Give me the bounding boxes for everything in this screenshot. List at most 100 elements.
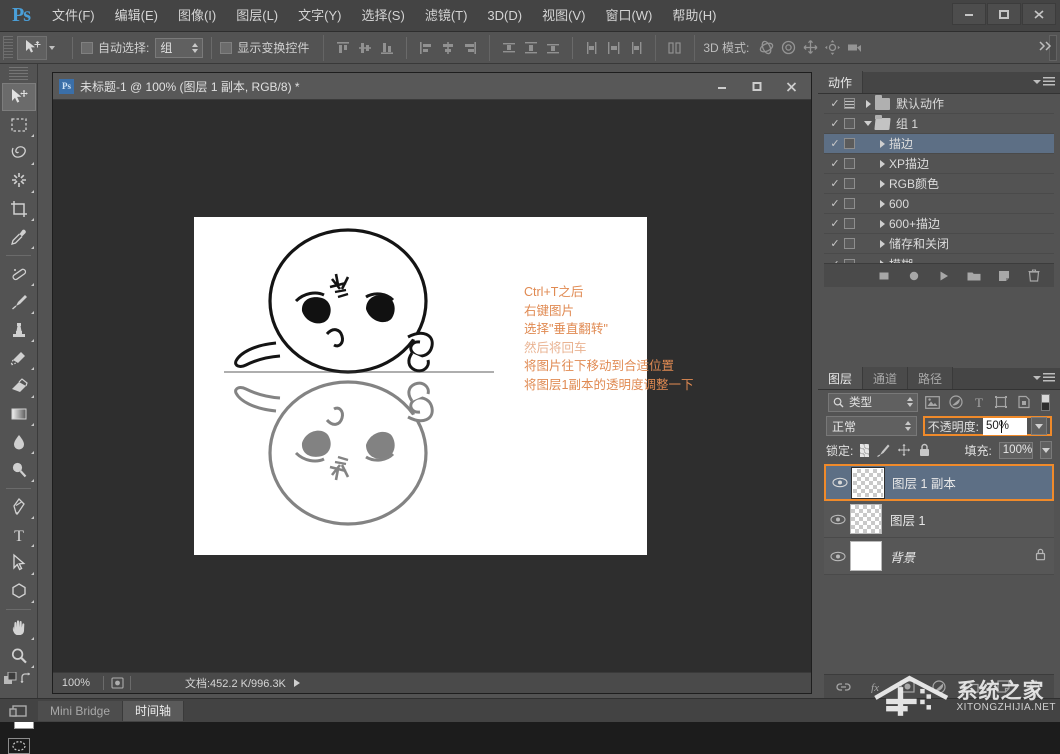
chevron-right-icon[interactable] bbox=[875, 239, 889, 248]
layer-row-layer1-copy[interactable]: 图层 1 副本 bbox=[824, 464, 1054, 501]
document-minimize-button[interactable] bbox=[704, 76, 739, 97]
action-row-group-1[interactable]: ✓ 组 1 bbox=[824, 114, 1054, 134]
brush-tool[interactable] bbox=[2, 288, 36, 316]
filter-type-layers-icon[interactable]: T bbox=[970, 393, 987, 412]
layer-thumbnail[interactable] bbox=[850, 541, 882, 571]
filter-smart-objects-icon[interactable] bbox=[1016, 393, 1033, 412]
crop-tool[interactable] bbox=[2, 195, 36, 223]
blend-mode-dropdown[interactable]: 正常 bbox=[826, 416, 917, 436]
lock-position-icon[interactable] bbox=[897, 443, 911, 457]
filter-pixel-layers-icon[interactable] bbox=[924, 393, 941, 412]
action-toggle-check[interactable]: ✓ bbox=[826, 177, 844, 190]
action-toggle-check[interactable]: ✓ bbox=[826, 197, 844, 210]
hand-tool[interactable] bbox=[2, 614, 36, 642]
camera-3d-icon[interactable] bbox=[843, 37, 865, 59]
fill-input[interactable]: 100% bbox=[998, 441, 1034, 459]
chevron-right-icon[interactable] bbox=[875, 139, 889, 148]
action-dialog-box[interactable] bbox=[844, 198, 855, 209]
action-toggle-check[interactable]: ✓ bbox=[826, 157, 844, 170]
chevron-down-icon[interactable] bbox=[861, 121, 875, 126]
layer-thumbnail[interactable] bbox=[850, 504, 882, 534]
opacity-slider-dropdown[interactable] bbox=[1031, 417, 1047, 435]
align-top-edges-icon[interactable] bbox=[332, 37, 354, 59]
screen-mode-icon[interactable] bbox=[0, 699, 38, 723]
action-dialog-box[interactable] bbox=[844, 98, 855, 109]
type-tool[interactable]: T bbox=[2, 521, 36, 549]
clone-stamp-tool[interactable] bbox=[2, 316, 36, 344]
eyedropper-tool[interactable] bbox=[2, 223, 36, 251]
chevron-right-icon[interactable] bbox=[875, 159, 889, 168]
action-row-600-stroke[interactable]: ✓ 600+描边 bbox=[824, 214, 1054, 234]
tab-layers[interactable]: 图层 bbox=[818, 367, 864, 389]
filter-shape-layers-icon[interactable] bbox=[993, 393, 1010, 412]
tool-preset-chevron-down-icon[interactable] bbox=[49, 45, 55, 50]
eraser-tool[interactable] bbox=[2, 372, 36, 400]
menu-window[interactable]: 窗口(W) bbox=[595, 0, 662, 32]
layer-visibility-toggle[interactable] bbox=[828, 477, 852, 488]
status-menu-arrow-icon[interactable] bbox=[293, 679, 300, 687]
pan-3d-icon[interactable] bbox=[799, 37, 821, 59]
distribute-top-edges-icon[interactable] bbox=[498, 37, 520, 59]
bottom-tab-mini-bridge[interactable]: Mini Bridge bbox=[38, 700, 124, 721]
roll-3d-icon[interactable] bbox=[777, 37, 799, 59]
action-dialog-box[interactable] bbox=[844, 238, 855, 249]
menu-view[interactable]: 视图(V) bbox=[532, 0, 595, 32]
action-row-xp-stroke[interactable]: ✓ XP描边 bbox=[824, 154, 1054, 174]
layer-filter-type-dropdown[interactable]: 类型 bbox=[828, 392, 919, 412]
distribute-left-edges-icon[interactable] bbox=[581, 37, 603, 59]
show-transform-controls-checkbox[interactable] bbox=[220, 41, 233, 54]
canvas-area[interactable]: Ctrl+T之后 右键图片 选择"垂直翻转" 然后将回车 将图片往下移动到合适位… bbox=[53, 100, 811, 673]
stop-button[interactable] bbox=[876, 268, 892, 284]
distribute-vertical-centers-icon[interactable] bbox=[520, 37, 542, 59]
layer-visibility-toggle[interactable] bbox=[826, 514, 850, 525]
move-tool[interactable] bbox=[2, 83, 36, 111]
magic-wand-tool[interactable] bbox=[2, 167, 36, 195]
chevron-right-icon[interactable] bbox=[875, 219, 889, 228]
zoom-level-field[interactable]: 100% bbox=[53, 677, 99, 689]
lasso-tool[interactable] bbox=[2, 139, 36, 167]
marquee-tool[interactable] bbox=[2, 111, 36, 139]
auto-select-target-dropdown[interactable]: 组 bbox=[155, 37, 204, 58]
bottom-tab-timeline[interactable]: 时间轴 bbox=[123, 700, 185, 721]
align-left-edges-icon[interactable] bbox=[415, 37, 437, 59]
fill-slider-dropdown[interactable] bbox=[1040, 441, 1052, 459]
action-dialog-box[interactable] bbox=[844, 118, 855, 129]
rotate-3d-icon[interactable] bbox=[755, 37, 777, 59]
tools-panel-grip[interactable] bbox=[9, 67, 28, 81]
current-tool-icon[interactable] bbox=[17, 35, 47, 60]
action-dialog-box[interactable] bbox=[844, 158, 855, 169]
document-close-button[interactable] bbox=[774, 76, 809, 97]
distribute-right-edges-icon[interactable] bbox=[625, 37, 647, 59]
menu-layer[interactable]: 图层(L) bbox=[226, 0, 288, 32]
actions-list[interactable]: ✓ 默认动作 ✓ 组 1 ✓ 描边 ✓ XP描边 ✓ RGB颜色 ✓ 600 ✓… bbox=[824, 94, 1054, 272]
filter-enable-toggle[interactable] bbox=[1040, 393, 1051, 411]
minimize-button[interactable] bbox=[952, 3, 986, 25]
record-button[interactable] bbox=[906, 268, 922, 284]
layer-row-layer1[interactable]: 图层 1 bbox=[824, 501, 1054, 538]
default-colors-icon[interactable] bbox=[4, 671, 19, 690]
layer-name[interactable]: 图层 1 副本 bbox=[892, 473, 956, 492]
delete-button[interactable] bbox=[1026, 268, 1042, 284]
action-toggle-check[interactable]: ✓ bbox=[826, 237, 844, 250]
layer-row-background[interactable]: 背景 bbox=[824, 538, 1054, 575]
slide-3d-icon[interactable] bbox=[821, 37, 843, 59]
distribute-horizontal-centers-icon[interactable] bbox=[603, 37, 625, 59]
action-toggle-check[interactable]: ✓ bbox=[826, 137, 844, 150]
tab-actions[interactable]: 动作 bbox=[818, 71, 864, 93]
action-toggle-check[interactable]: ✓ bbox=[826, 117, 844, 130]
action-row-stroke[interactable]: ✓ 描边 bbox=[824, 134, 1054, 154]
link-layers-button[interactable] bbox=[835, 679, 851, 695]
action-dialog-box[interactable] bbox=[844, 178, 855, 189]
menu-filter[interactable]: 滤镜(T) bbox=[415, 0, 478, 32]
pen-tool[interactable] bbox=[2, 493, 36, 521]
auto-align-layers-icon[interactable] bbox=[664, 37, 686, 59]
lock-transparent-pixels-icon[interactable] bbox=[860, 443, 870, 457]
history-brush-tool[interactable] bbox=[2, 344, 36, 372]
healing-brush-tool[interactable] bbox=[2, 260, 36, 288]
action-row-default-actions[interactable]: ✓ 默认动作 bbox=[824, 94, 1054, 114]
artboard[interactable]: Ctrl+T之后 右键图片 选择"垂直翻转" 然后将回车 将图片往下移动到合适位… bbox=[194, 217, 693, 555]
menu-select[interactable]: 选择(S) bbox=[351, 0, 414, 32]
align-vertical-centers-icon[interactable] bbox=[354, 37, 376, 59]
dodge-tool[interactable] bbox=[2, 456, 36, 484]
new-set-button[interactable] bbox=[966, 268, 982, 284]
